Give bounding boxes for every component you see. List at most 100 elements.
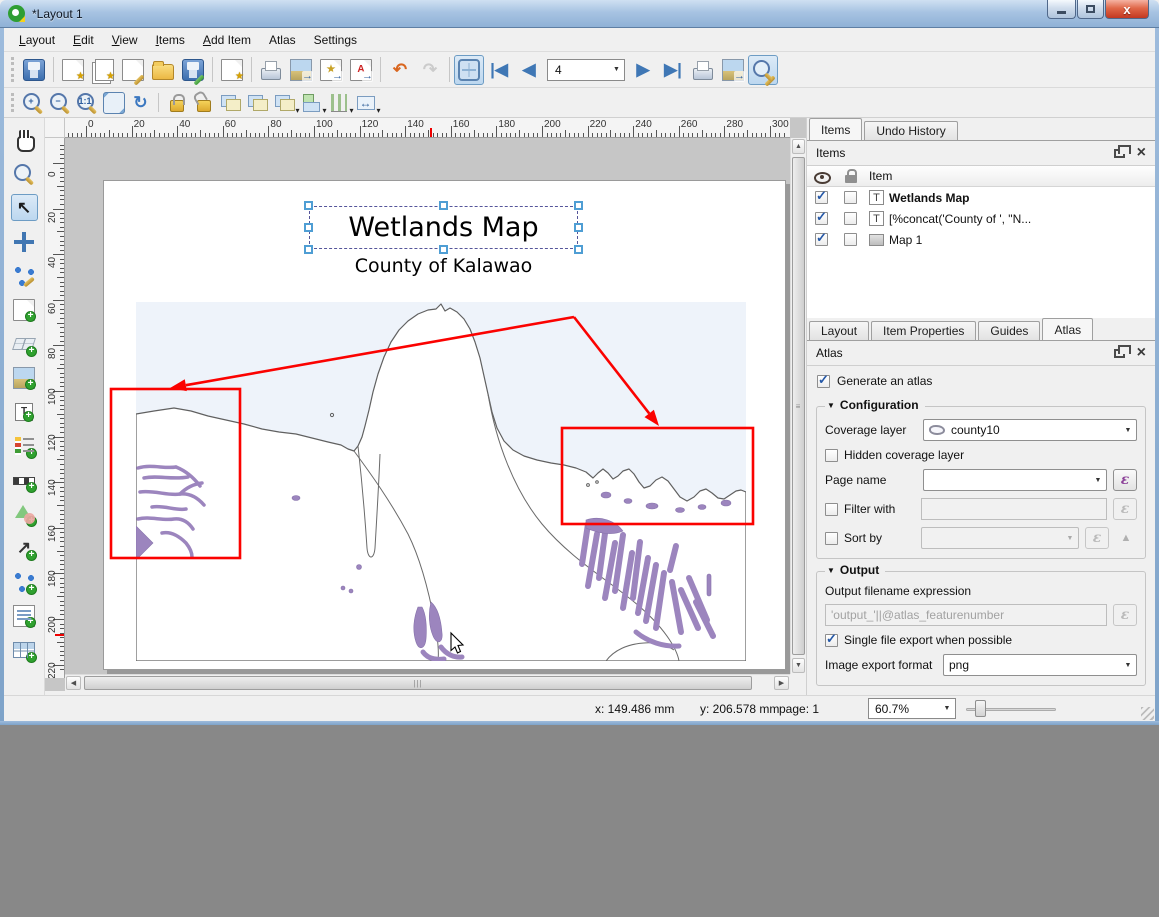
hidden-coverage-checkbox[interactable] — [825, 449, 838, 462]
scroll-left-button[interactable]: ◀ — [66, 676, 81, 690]
distribute-selected-items-button[interactable]: ▾ — [325, 89, 352, 116]
add-scale-bar-button[interactable]: + — [11, 466, 38, 493]
new-layout-button[interactable]: ★ — [58, 55, 88, 85]
item-lock-checkbox[interactable] — [844, 233, 857, 246]
resize-grip[interactable] — [1141, 707, 1154, 720]
menu-atlas[interactable]: Atlas — [260, 30, 305, 50]
page-name-combo[interactable]: ▼ — [923, 469, 1107, 491]
toolbar-handle[interactable] — [11, 93, 16, 112]
move-item-content-tool-button[interactable] — [11, 228, 38, 255]
scroll-up-button[interactable]: ▲ — [792, 139, 805, 154]
map-item[interactable] — [136, 302, 746, 661]
atlas-preview-button[interactable] — [454, 55, 484, 85]
menu-items[interactable]: Items — [147, 30, 194, 50]
vertical-scroll-thumb[interactable]: ≡ — [792, 157, 805, 655]
layout-canvas[interactable]: 0204060801001201401601802002202402602803… — [45, 118, 806, 695]
toolbar-handle[interactable] — [11, 57, 16, 82]
horizontal-scroll-thumb[interactable]: ||| — [84, 676, 752, 690]
zoom-slider[interactable] — [966, 699, 1056, 719]
resize-selected-items-button[interactable]: ▾ — [352, 89, 379, 116]
atlas-previous-feature-button[interactable]: ◀ — [514, 55, 544, 85]
atlas-settings-button[interactable] — [748, 55, 778, 85]
select-move-item-tool-button[interactable]: ↖ — [11, 194, 38, 221]
atlas-last-feature-button[interactable]: ▶| — [658, 55, 688, 85]
collapse-triangle-icon[interactable]: ▼ — [827, 401, 835, 410]
group-items-button[interactable] — [217, 89, 244, 116]
zoom-tool-button[interactable] — [11, 160, 38, 187]
add-pages-button[interactable]: ★ — [217, 55, 247, 85]
filename-expression-button[interactable]: ε — [1113, 604, 1137, 626]
selection-handle[interactable] — [574, 201, 583, 210]
add-map-button[interactable]: + — [11, 296, 38, 323]
open-layout-button[interactable] — [148, 55, 178, 85]
menu-add-item[interactable]: Add Item — [194, 30, 260, 50]
add-arrow-button[interactable]: ↗+ — [11, 534, 38, 561]
tab-atlas[interactable]: Atlas — [1042, 318, 1093, 340]
zoom-actual-button[interactable]: 1:1 — [73, 89, 100, 116]
sort-by-combo[interactable]: ▼ — [921, 527, 1079, 549]
ungroup-items-button[interactable] — [244, 89, 271, 116]
filter-expression-field[interactable] — [921, 498, 1107, 520]
close-button[interactable]: x — [1105, 0, 1149, 19]
selection-handle[interactable] — [304, 201, 313, 210]
add-attribute-table-button[interactable]: + — [11, 636, 38, 663]
filter-expression-button[interactable]: ε — [1113, 498, 1137, 520]
print-layout-button[interactable] — [256, 55, 286, 85]
zoom-level-combo[interactable]: 60.7% ▼ — [868, 698, 956, 719]
zoom-slider-handle[interactable] — [975, 700, 986, 717]
edit-nodes-tool-button[interactable] — [11, 262, 38, 289]
scroll-down-button[interactable]: ▼ — [792, 658, 805, 673]
atlas-first-feature-button[interactable]: |◀ — [484, 55, 514, 85]
menu-settings[interactable]: Settings — [305, 30, 366, 50]
minimize-button[interactable] — [1047, 0, 1076, 19]
tab-item-properties[interactable]: Item Properties — [871, 321, 976, 340]
selection-handle[interactable] — [574, 245, 583, 254]
collapse-triangle-icon[interactable]: ▼ — [827, 566, 835, 575]
redo-button[interactable]: ↷ — [415, 55, 445, 85]
selection-handle[interactable] — [574, 223, 583, 232]
sort-direction-button[interactable]: ▲ — [1115, 527, 1137, 549]
horizontal-scrollbar[interactable]: ◀ ||| ▶ — [65, 674, 790, 691]
atlas-next-feature-button[interactable]: ▶ — [628, 55, 658, 85]
image-export-format-combo[interactable]: png ▼ — [943, 654, 1137, 676]
raise-selected-items-button[interactable]: ▾ — [271, 89, 298, 116]
sort-expression-button[interactable]: ε — [1085, 527, 1109, 549]
export-atlas-button[interactable]: → — [718, 55, 748, 85]
item-lock-checkbox[interactable] — [844, 212, 857, 225]
item-visibility-checkbox[interactable] — [815, 233, 828, 246]
single-file-export-checkbox[interactable] — [825, 634, 838, 647]
selection-handle[interactable] — [439, 245, 448, 254]
selection-handle[interactable] — [439, 201, 448, 210]
add-shape-button[interactable]: + — [11, 500, 38, 527]
save-project-button[interactable] — [19, 55, 49, 85]
export-as-pdf-button[interactable]: A→ — [346, 55, 376, 85]
layout-manager-button[interactable] — [118, 55, 148, 85]
generate-atlas-checkbox[interactable] — [817, 375, 830, 388]
page-subtitle[interactable]: County of Kalawao — [309, 255, 578, 277]
tab-layout[interactable]: Layout — [809, 321, 869, 340]
refresh-view-button[interactable]: ↻ — [127, 89, 154, 116]
layout-viewport[interactable]: Wetlands Map County of Kalawao — [65, 138, 790, 674]
selection-handle[interactable] — [304, 245, 313, 254]
zoom-full-button[interactable] — [100, 89, 127, 116]
add-3d-map-button[interactable]: + — [11, 330, 38, 357]
selection-handle[interactable] — [304, 223, 313, 232]
align-selected-items-button[interactable]: ▾ — [298, 89, 325, 116]
print-atlas-button[interactable] — [688, 55, 718, 85]
export-as-image-button[interactable]: → — [286, 55, 316, 85]
add-html-button[interactable]: + — [11, 602, 38, 629]
menu-edit[interactable]: Edit — [64, 30, 103, 50]
scroll-right-button[interactable]: ▶ — [774, 676, 789, 690]
layout-page[interactable]: Wetlands Map County of Kalawao — [103, 180, 786, 670]
undo-button[interactable]: ↶ — [385, 55, 415, 85]
page-name-expression-button[interactable]: ε — [1113, 469, 1137, 491]
filter-with-checkbox[interactable] — [825, 503, 838, 516]
vertical-scrollbar[interactable]: ▲ ≡ ▼ — [790, 138, 806, 674]
close-panel-icon[interactable]: × — [1137, 145, 1146, 161]
duplicate-layout-button[interactable]: ★ — [88, 55, 118, 85]
add-legend-button[interactable]: + — [11, 432, 38, 459]
table-row[interactable]: TWetlands Map — [807, 187, 1155, 208]
float-panel-icon[interactable] — [1114, 349, 1125, 358]
sort-by-checkbox[interactable] — [825, 532, 838, 545]
menu-layout[interactable]: Layout — [10, 30, 64, 50]
